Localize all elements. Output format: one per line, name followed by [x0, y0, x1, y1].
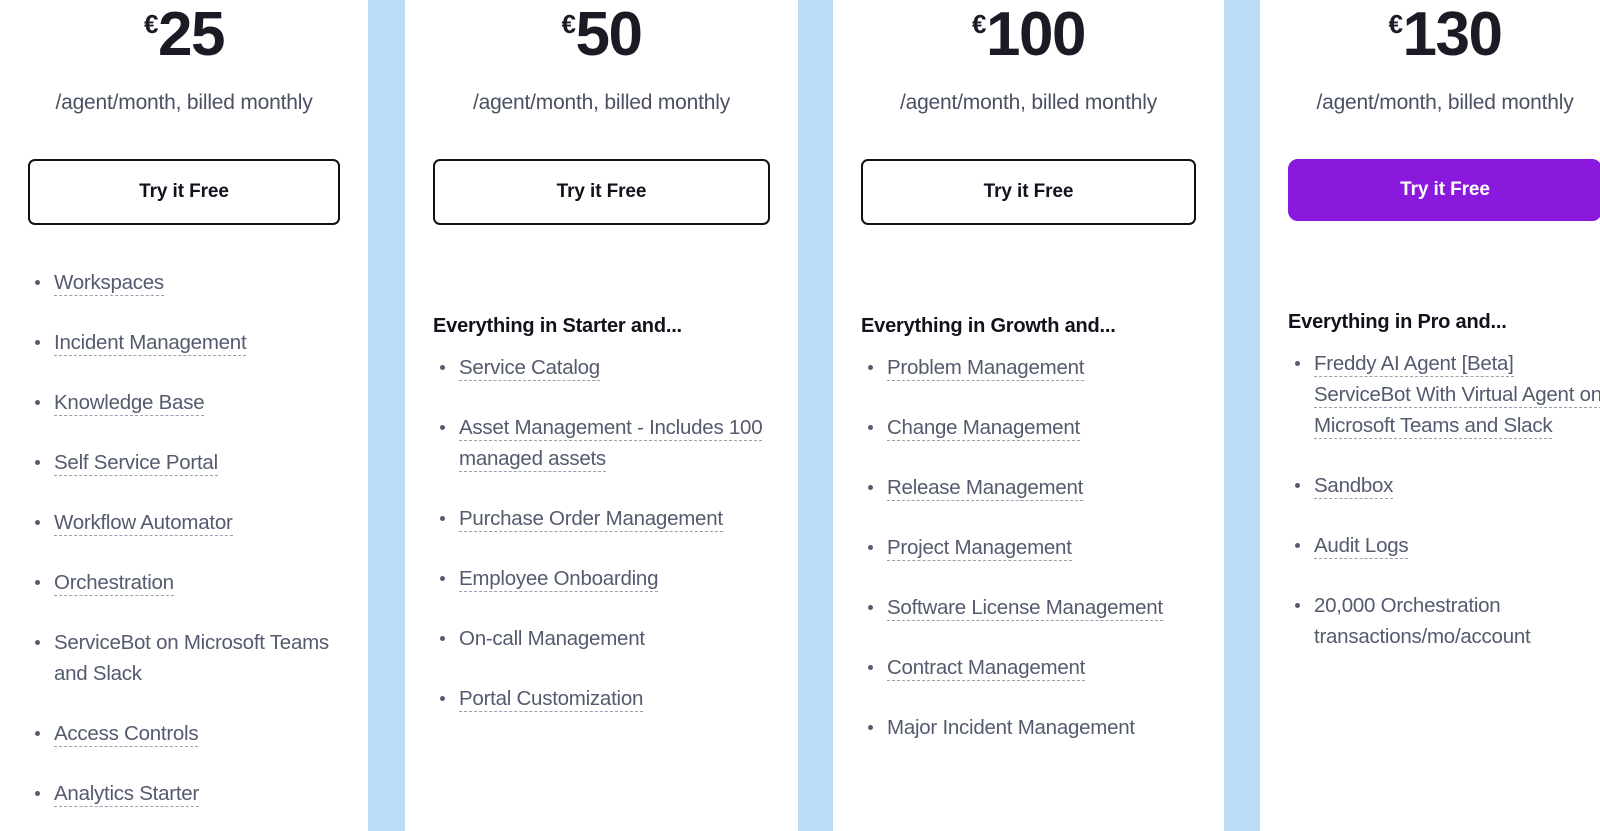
feature-list: Workspaces Incident Management Knowledge B… [28, 267, 340, 831]
plan-price: €130 [1288, 4, 1600, 66]
feature-label[interactable]: Project Management [887, 536, 1072, 561]
feature-list-item: Access Controls [28, 718, 340, 749]
feature-label[interactable]: Portal Customization [459, 687, 643, 712]
feature-label[interactable]: Change Management [887, 416, 1080, 441]
feature-list-item: Sandbox [1288, 470, 1600, 501]
feature-label[interactable]: Employee Onboarding [459, 567, 659, 592]
feature-list-item: Audit Logs [1288, 530, 1600, 561]
feature-list-item: Project Management [861, 532, 1196, 563]
billing-note: /agent/month, billed monthly [1316, 91, 1574, 114]
try-it-free-button[interactable]: Try it Free [1288, 159, 1600, 221]
everything-included-heading: Everything in Starter and... [433, 315, 682, 337]
plan-card-pro: €100 /agent/month, billed monthly Try it… [833, 0, 1224, 831]
everything-included-heading: Everything in Growth and... [861, 315, 1116, 337]
feature-list-item: Freddy AI Agent [Beta] ServiceBot With V… [1288, 348, 1600, 441]
price-amount: 100 [986, 0, 1086, 69]
feature-list-item: Workflow Automator [28, 507, 340, 538]
feature-label[interactable]: Access Controls [54, 722, 199, 747]
plan-price: €25 [28, 4, 340, 66]
try-it-free-button[interactable]: Try it Free [433, 159, 770, 225]
currency-symbol: € [561, 9, 576, 39]
feature-list-item: Orchestration [28, 567, 340, 598]
feature-list-item: Change Management [861, 412, 1196, 443]
plan-card-enterprise: €130 /agent/month, billed monthly Try it… [1260, 0, 1600, 831]
plan-price: €100 [861, 4, 1196, 66]
currency-symbol: € [972, 9, 986, 39]
feature-list-item: Purchase Order Management [433, 503, 770, 534]
feature-label[interactable]: Asset Management - Includes 100 managed … [459, 416, 763, 472]
feature-list-item: 20,000 Orchestration transactions/mo/acc… [1288, 590, 1600, 652]
currency-symbol: € [144, 9, 158, 39]
feature-list-item: Software License Management [861, 592, 1196, 623]
billing-note: /agent/month, billed monthly [472, 91, 731, 114]
feature-list-item: Service Catalog [433, 352, 770, 383]
feature-list-item: Major Incident Management [861, 712, 1196, 743]
plan-card-starter: €25 /agent/month, billed monthly Try it … [0, 0, 368, 831]
cta-container: Try it Free [1288, 159, 1600, 221]
feature-label[interactable]: Knowledge Base [54, 391, 205, 416]
feature-list-item: Incident Management [28, 327, 340, 358]
feature-list-item: ServiceBot on Microsoft Teams and Slack [28, 627, 340, 689]
billing-note: /agent/month, billed monthly [55, 91, 313, 114]
feature-label[interactable]: Service Catalog [459, 356, 600, 381]
feature-list-item: Knowledge Base [28, 387, 340, 418]
column-divider-strip [368, 0, 405, 831]
feature-label[interactable]: Orchestration [54, 571, 174, 596]
try-it-free-button[interactable]: Try it Free [28, 159, 340, 225]
feature-label[interactable]: Workspaces [54, 271, 164, 296]
column-divider-strip [1224, 0, 1260, 831]
feature-label: On-call Management [459, 627, 645, 650]
feature-list-item: Analytics Starter [28, 778, 340, 809]
feature-list-item: Problem Management [861, 352, 1196, 383]
feature-list-item: Self Service Portal [28, 447, 340, 478]
column-divider-strip [798, 0, 833, 831]
price-amount: 25 [158, 0, 225, 69]
feature-label[interactable]: Self Service Portal [54, 451, 218, 476]
feature-label[interactable]: Workflow Automator [54, 511, 233, 536]
feature-label[interactable]: Contract Management [887, 656, 1085, 681]
price-amount: 130 [1402, 0, 1503, 69]
feature-label: 20,000 Orchestration transactions/mo/acc… [1314, 594, 1531, 648]
feature-label[interactable]: Sandbox [1314, 474, 1393, 499]
cta-container: Try it Free [433, 159, 770, 225]
feature-list: Problem Management Change Management Relea… [861, 352, 1196, 772]
price-amount: 50 [575, 0, 643, 69]
feature-list-item: Portal Customization [433, 683, 770, 714]
feature-list-item: Employee Onboarding [433, 563, 770, 594]
plan-card-growth: €50 /agent/month, billed monthly Try it … [405, 0, 798, 831]
feature-label[interactable]: Purchase Order Management [459, 507, 723, 532]
billing-note: /agent/month, billed monthly [899, 91, 1158, 114]
feature-label[interactable]: Audit Logs [1314, 534, 1409, 559]
feature-label[interactable]: Incident Management [54, 331, 247, 356]
everything-included-heading: Everything in Pro and... [1288, 311, 1507, 333]
try-it-free-button[interactable]: Try it Free [861, 159, 1196, 225]
feature-label[interactable]: Release Management [887, 476, 1083, 501]
feature-label: Major Incident Management [887, 716, 1135, 739]
feature-label[interactable]: Problem Management [887, 356, 1084, 381]
cta-container: Try it Free [28, 159, 340, 225]
feature-list: Service Catalog Asset Management - Includ… [433, 352, 770, 743]
cta-container: Try it Free [861, 159, 1196, 225]
feature-label: ServiceBot on Microsoft Teams and Slack [54, 631, 329, 685]
feature-list-item: Contract Management [861, 652, 1196, 683]
currency-symbol: € [1388, 9, 1403, 39]
feature-label[interactable]: Software License Management [887, 596, 1163, 621]
feature-list-item: Release Management [861, 472, 1196, 503]
feature-list-item: On-call Management [433, 623, 770, 654]
feature-label[interactable]: Freddy AI Agent [Beta] ServiceBot With V… [1314, 352, 1600, 439]
feature-label[interactable]: Analytics Starter [54, 782, 199, 807]
plan-price: €50 [433, 4, 770, 66]
feature-list: Freddy AI Agent [Beta] ServiceBot With V… [1288, 348, 1600, 681]
pricing-plans-grid: €25 /agent/month, billed monthly Try it … [0, 0, 1600, 831]
feature-list-item: Asset Management - Includes 100 managed … [433, 412, 770, 474]
feature-list-item: Workspaces [28, 267, 340, 298]
